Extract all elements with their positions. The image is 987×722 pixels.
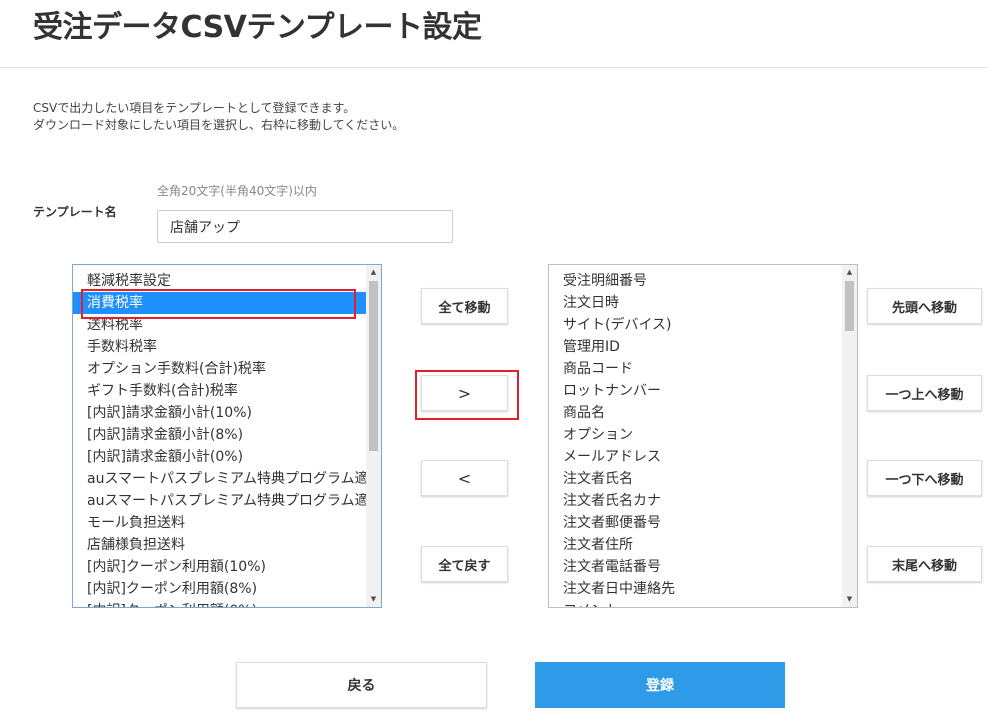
template-name-hint: 全角20文字(半角40文字)以内 (157, 184, 317, 198)
move-to-bottom-button[interactable]: 末尾へ移動 (867, 546, 982, 582)
list-item[interactable]: オプション (549, 424, 842, 446)
list-item[interactable]: 管理用ID (549, 336, 842, 358)
list-item[interactable]: サイト(デバイス) (549, 314, 842, 336)
scroll-thumb[interactable] (845, 281, 854, 331)
selected-items-scrollbar[interactable]: ▲ ▼ (842, 265, 857, 607)
list-item[interactable]: メールアドレス (549, 446, 842, 468)
description-line-2: ダウンロード対象にしたい項目を選択し、右枠に移動してください。 (33, 118, 405, 132)
list-item[interactable]: [内訳]請求金額小計(8%) (73, 424, 366, 446)
list-item[interactable]: 注文者住所 (549, 534, 842, 556)
move-to-top-button[interactable]: 先頭へ移動 (867, 288, 982, 324)
return-all-button[interactable]: 全て戻す (421, 546, 508, 582)
list-item[interactable]: 商品名 (549, 402, 842, 424)
move-all-button[interactable]: 全て移動 (421, 288, 508, 324)
scroll-up-arrow-icon[interactable]: ▲ (842, 265, 857, 280)
list-item[interactable]: 注文者氏名カナ (549, 490, 842, 512)
scroll-down-arrow-icon[interactable]: ▼ (842, 592, 857, 607)
list-item[interactable]: auスマートパスプレミアム特典プログラム適 (73, 468, 366, 490)
back-button[interactable]: 戻る (236, 662, 487, 708)
description-line-1: CSVで出力したい項目をテンプレートとして登録できます。 (33, 101, 356, 115)
list-item[interactable]: オプション手数料(合計)税率 (73, 358, 366, 380)
scroll-down-arrow-icon[interactable]: ▼ (366, 592, 381, 607)
list-item[interactable]: ロットナンバー (549, 380, 842, 402)
list-item[interactable]: ギフト手数料(合計)税率 (73, 380, 366, 402)
move-left-button[interactable]: < (421, 460, 508, 496)
move-up-button[interactable]: 一つ上へ移動 (867, 375, 982, 411)
list-item[interactable]: 受注明細番号 (549, 270, 842, 292)
page-title: 受注データCSVテンプレート設定 (33, 10, 482, 45)
register-button[interactable]: 登録 (535, 662, 785, 708)
list-item[interactable]: [内訳]クーポン利用額(8%) (73, 578, 366, 600)
selected-items: 受注明細番号 注文日時 サイト(デバイス) 管理用ID 商品コード ロットナンバー 商品名オ… (549, 270, 842, 607)
move-right-highlight (415, 370, 519, 420)
list-item[interactable]: 手数料税率 (73, 336, 366, 358)
template-name-input[interactable] (157, 210, 453, 243)
list-item[interactable]: 注文者電話番号 (549, 556, 842, 578)
available-items: 軽減税率設定 消費税率 送料税率 手数料税率 オプション手数料(合計)税率 ギフト手数料(… (73, 270, 366, 607)
available-items-scrollbar[interactable]: ▲ ▼ (366, 265, 381, 607)
scroll-thumb[interactable] (369, 281, 378, 451)
list-item[interactable]: 注文者氏名 (549, 468, 842, 490)
scroll-up-arrow-icon[interactable]: ▲ (366, 265, 381, 280)
header-divider (0, 67, 987, 68)
list-item[interactable]: 注文者日中連絡先 (549, 578, 842, 600)
list-item[interactable]: auスマートパスプレミアム特典プログラム適 (73, 490, 366, 512)
list-item[interactable]: [内訳]請求金額小計(10%) (73, 402, 366, 424)
list-item[interactable]: コメント (549, 600, 842, 607)
move-down-button[interactable]: 一つ下へ移動 (867, 460, 982, 496)
template-name-label: テンプレート名 (33, 205, 117, 219)
list-item[interactable]: 注文日時 (549, 292, 842, 314)
list-item[interactable]: [内訳]クーポン利用額(10%) (73, 556, 366, 578)
list-item[interactable]: [内訳]クーポン利用額(0%) (73, 600, 366, 607)
list-item[interactable]: 商品コード (549, 358, 842, 380)
list-item[interactable]: モール負担送料 (73, 512, 366, 534)
list-item[interactable]: 注文者郵便番号 (549, 512, 842, 534)
page-description: CSVで出力したい項目をテンプレートとして登録できます。 ダウンロード対象にした… (33, 100, 404, 134)
list-item[interactable]: [内訳]請求金額小計(0%) (73, 446, 366, 468)
selected-items-list[interactable]: 受注明細番号 注文日時 サイト(デバイス) 管理用ID 商品コード ロットナンバー 商品名オ… (548, 264, 858, 608)
list-item[interactable]: 店舗様負担送料 (73, 534, 366, 556)
selected-item-highlight (81, 289, 356, 319)
